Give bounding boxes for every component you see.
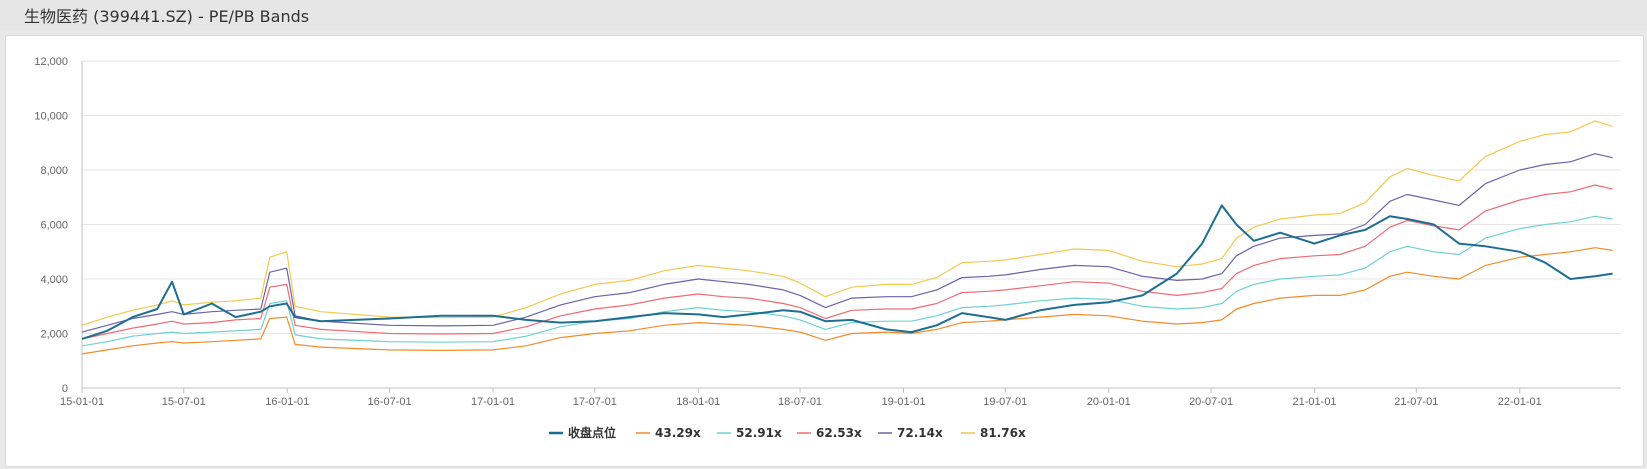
legend-item[interactable]: 72.14x [878, 426, 943, 440]
legend-label: 81.76x [980, 426, 1026, 440]
legend[interactable]: 收盘点位 43.29x 52.91x 62.53x 72.14x 81.76x [549, 425, 1026, 440]
y-tick: 4,000 [40, 274, 68, 286]
x-tick: 15-07-01 [162, 396, 206, 408]
x-tick: 19-07-01 [983, 396, 1027, 408]
y-tick-label: 4,000 [40, 274, 68, 286]
x-tick: 21-01-01 [1293, 396, 1337, 408]
y-tick: 6,000 [40, 220, 68, 232]
legend-label: 72.14x [897, 426, 943, 440]
x-tick-label: 18-01-01 [676, 396, 720, 408]
grid-lines [82, 60, 1621, 389]
x-tick-label: 20-07-01 [1189, 396, 1233, 408]
x-tick: 17-07-01 [573, 396, 617, 408]
x-tick: 21-07-01 [1394, 396, 1438, 408]
legend-item[interactable]: 81.76x [961, 426, 1026, 440]
x-tick-label: 22-01-01 [1498, 396, 1542, 408]
y-tick: 2,000 [40, 329, 68, 341]
x-tick-label: 19-07-01 [983, 396, 1027, 408]
series-lines [81, 120, 1613, 355]
x-tick: 17-01-01 [471, 396, 515, 408]
series-line-band-4 [81, 153, 1613, 333]
legend-label: 52.91x [736, 426, 782, 440]
x-tick-label: 20-01-01 [1087, 396, 1131, 408]
pe-pb-band-chart: 0 2,000 4,000 6,000 8,000 10,000 12,000 15-01-… [34, 56, 1621, 440]
legend-label: 收盘点位 [568, 425, 616, 440]
legend-label: 43.29x [655, 426, 701, 440]
series-line-band-5 [81, 120, 1613, 326]
y-tick-label: 6,000 [40, 220, 68, 232]
x-axis: 15-01-01 15-07-01 16-01-01 16-07-01 17-01-01… [60, 61, 1621, 408]
series-line-band-2 [81, 215, 1613, 347]
x-tick-label: 19-01-01 [881, 396, 925, 408]
x-tick: 20-01-01 [1087, 396, 1131, 408]
y-tick-label: 12,000 [34, 56, 68, 68]
x-tick: 18-01-01 [676, 396, 720, 408]
x-tick-label: 16-07-01 [368, 396, 412, 408]
x-tick-label: 16-01-01 [265, 396, 309, 408]
legend-item[interactable]: 62.53x [797, 426, 862, 440]
y-tick: 10,000 [34, 111, 68, 123]
x-tick-label: 15-07-01 [162, 396, 206, 408]
series-line-close [81, 204, 1613, 340]
x-tick: 18-07-01 [778, 396, 822, 408]
legend-item[interactable]: 52.91x [717, 426, 782, 440]
y-tick-label: 2,000 [40, 329, 68, 341]
x-tick: 16-07-01 [368, 396, 412, 408]
y-tick: 0 [62, 383, 68, 395]
legend-label: 62.53x [816, 426, 862, 440]
x-tick: 16-01-01 [265, 396, 309, 408]
y-tick: 8,000 [40, 165, 68, 177]
y-tick-label: 10,000 [34, 111, 68, 123]
legend-item[interactable]: 收盘点位 [549, 425, 616, 440]
y-tick: 12,000 [34, 56, 68, 68]
x-tick: 22-01-01 [1498, 396, 1542, 408]
x-tick: 19-01-01 [881, 396, 925, 408]
x-tick-label: 15-01-01 [60, 396, 104, 408]
x-tick-label: 21-01-01 [1293, 396, 1337, 408]
y-axis: 0 2,000 4,000 6,000 8,000 10,000 12,000 [34, 56, 68, 395]
x-tick-label: 17-07-01 [573, 396, 617, 408]
x-tick: 20-07-01 [1189, 396, 1233, 408]
x-tick-label: 21-07-01 [1394, 396, 1438, 408]
y-tick-label: 8,000 [40, 165, 68, 177]
x-tick-label: 17-01-01 [471, 396, 515, 408]
y-tick-label: 0 [62, 383, 68, 395]
legend-item[interactable]: 43.29x [636, 426, 701, 440]
x-tick-label: 18-07-01 [778, 396, 822, 408]
x-tick: 15-01-01 [60, 396, 104, 408]
